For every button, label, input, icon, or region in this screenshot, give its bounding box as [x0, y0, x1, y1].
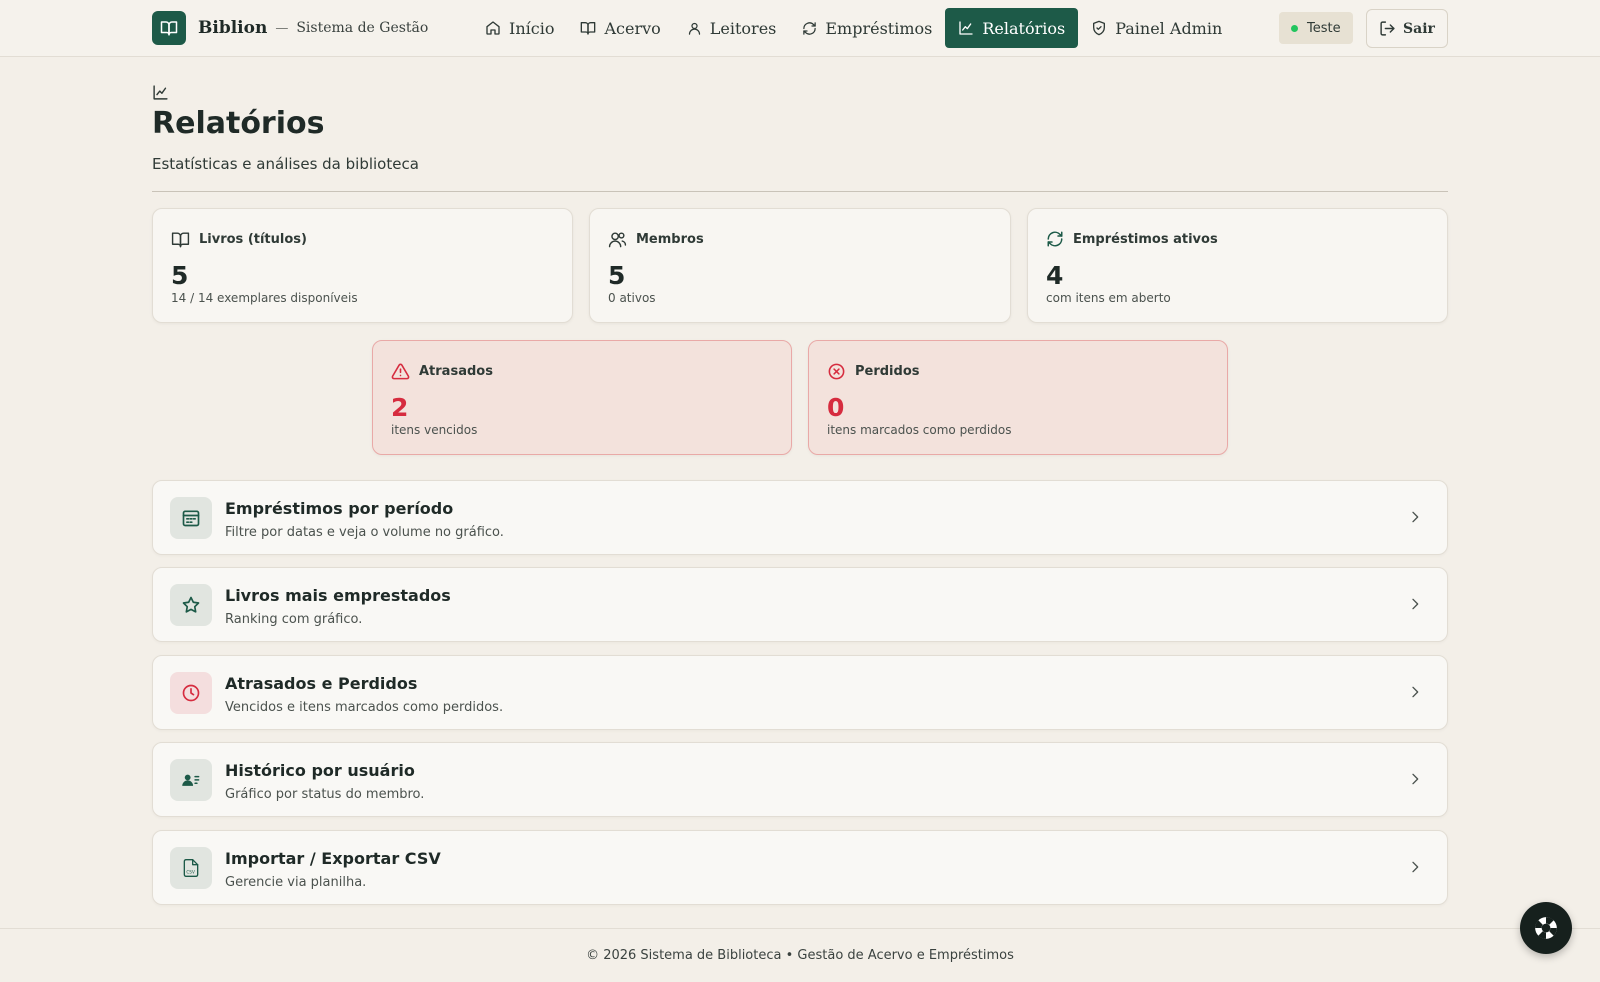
stat-label: Perdidos [855, 364, 920, 379]
report-title: Atrasados e Perdidos [225, 674, 418, 693]
report-link-emprestimos-periodo[interactable]: Empréstimos por período Filtre por datas… [152, 480, 1448, 555]
stat-card-perdidos: Perdidos 0 itens marcados como perdidos [808, 340, 1228, 455]
main-nav: Início Acervo Leitores Empréstimos Relat… [472, 8, 1235, 48]
environment-badge: Teste [1279, 12, 1353, 44]
report-link-atrasados-perdidos[interactable]: Atrasados e Perdidos Vencidos e itens ma… [152, 655, 1448, 730]
report-description: Gráfico por status do membro. [225, 787, 425, 802]
stat-label: Membros [636, 232, 704, 247]
nav-item-label: Início [509, 18, 555, 38]
stat-value: 2 [391, 393, 409, 422]
users-icon [608, 232, 627, 248]
nav-item-acervo[interactable]: Acervo [567, 8, 673, 48]
stat-value: 0 [827, 393, 845, 422]
brand-name: Biblion [198, 18, 268, 38]
user-icon [688, 22, 700, 35]
refresh-icon [803, 21, 817, 35]
page-subtitle: Estatísticas e análises da biblioteca [152, 155, 419, 173]
stat-card-emprestimos-ativos: Empréstimos ativos 4 com itens em aberto [1027, 208, 1448, 323]
stat-value: 5 [608, 261, 626, 290]
nav-item-relatorios[interactable]: Relatórios [945, 8, 1079, 48]
chevron-right-icon [1407, 859, 1423, 879]
environment-badge-label: Teste [1307, 20, 1341, 36]
brand[interactable]: Biblion — Sistema de Gestão [152, 11, 428, 45]
help-button[interactable] [1520, 902, 1572, 954]
nav-item-leitores[interactable]: Leitores [674, 8, 790, 48]
lifebuoy-icon [1535, 917, 1557, 939]
status-dot [1291, 24, 1298, 32]
report-link-historico-usuario[interactable]: Histórico por usuário Gráfico por status… [152, 742, 1448, 817]
home-icon [486, 21, 500, 35]
shield-check-icon [1093, 20, 1106, 36]
logout-label: Sair [1403, 20, 1435, 37]
csv-file-icon: CSV [170, 847, 212, 889]
nav-item-label: Leitores [709, 18, 777, 38]
x-circle-icon [828, 363, 845, 380]
report-title: Empréstimos por período [225, 499, 454, 518]
page-title: Relatórios [152, 106, 325, 141]
report-link-livros-mais-emprestados[interactable]: Livros mais emprestados Ranking com gráf… [152, 567, 1448, 642]
nav-item-emprestimos[interactable]: Empréstimos [789, 8, 945, 48]
top-navbar: Biblion — Sistema de Gestão Início Acerv… [0, 0, 1600, 57]
user-list-icon [170, 759, 212, 801]
stat-label: Atrasados [419, 364, 493, 379]
report-title: Importar / Exportar CSV [225, 849, 441, 868]
chevron-right-icon [1407, 771, 1423, 791]
stat-note: 0 ativos [608, 291, 656, 305]
chart-line-icon [959, 21, 974, 35]
report-title: Livros mais emprestados [225, 586, 451, 605]
nav-item-label: Painel Admin [1115, 18, 1223, 38]
chart-line-icon [152, 84, 169, 105]
nav-item-label: Empréstimos [825, 18, 933, 38]
logout-button[interactable]: Sair [1366, 9, 1448, 48]
chevron-right-icon [1407, 684, 1423, 704]
svg-text:CSV: CSV [186, 869, 195, 874]
nav-item-label: Relatórios [982, 18, 1066, 38]
footer-text: © 2026 Sistema de Biblioteca • Gestão de… [586, 948, 1014, 963]
calendar-icon [170, 497, 212, 539]
report-description: Vencidos e itens marcados como perdidos. [225, 700, 504, 715]
book-open-icon [581, 22, 596, 35]
stat-note: itens vencidos [391, 423, 478, 437]
star-icon [170, 584, 212, 626]
brand-separator: — [275, 20, 289, 36]
divider [152, 191, 1448, 192]
report-description: Ranking com gráfico. [225, 612, 363, 627]
book-open-icon [171, 232, 190, 248]
chevron-right-icon [1407, 509, 1423, 529]
nav-item-label: Acervo [604, 18, 661, 38]
stat-label: Empréstimos ativos [1073, 231, 1218, 247]
stat-card-membros: Membros 5 0 ativos [589, 208, 1011, 323]
logout-icon [1380, 21, 1395, 36]
nav-item-painel-admin[interactable]: Painel Admin [1078, 8, 1235, 48]
report-link-importar-exportar-csv[interactable]: CSV Importar / Exportar CSV Gerencie via… [152, 830, 1448, 905]
nav-item-inicio[interactable]: Início [472, 8, 567, 48]
stat-note: itens marcados como perdidos [827, 423, 1012, 437]
refresh-icon [1047, 231, 1063, 247]
stat-value: 5 [171, 261, 189, 290]
stat-note: com itens em aberto [1046, 291, 1171, 305]
alert-triangle-icon [391, 363, 410, 380]
stat-card-livros: Livros (títulos) 5 14 / 14 exemplares di… [152, 208, 573, 323]
footer-divider [0, 928, 1600, 929]
stat-card-atrasados: Atrasados 2 itens vencidos [372, 340, 792, 455]
stat-note: 14 / 14 exemplares disponíveis [171, 291, 358, 305]
brand-subtitle: Sistema de Gestão [296, 20, 429, 36]
report-description: Filtre por datas e veja o volume no gráf… [225, 525, 504, 540]
stat-value: 4 [1046, 261, 1064, 290]
stat-label: Livros (títulos) [199, 232, 307, 247]
clock-icon [170, 672, 212, 714]
report-title: Histórico por usuário [225, 761, 415, 780]
report-description: Gerencie via planilha. [225, 875, 367, 890]
chevron-right-icon [1407, 596, 1423, 616]
book-open-icon [152, 11, 186, 45]
